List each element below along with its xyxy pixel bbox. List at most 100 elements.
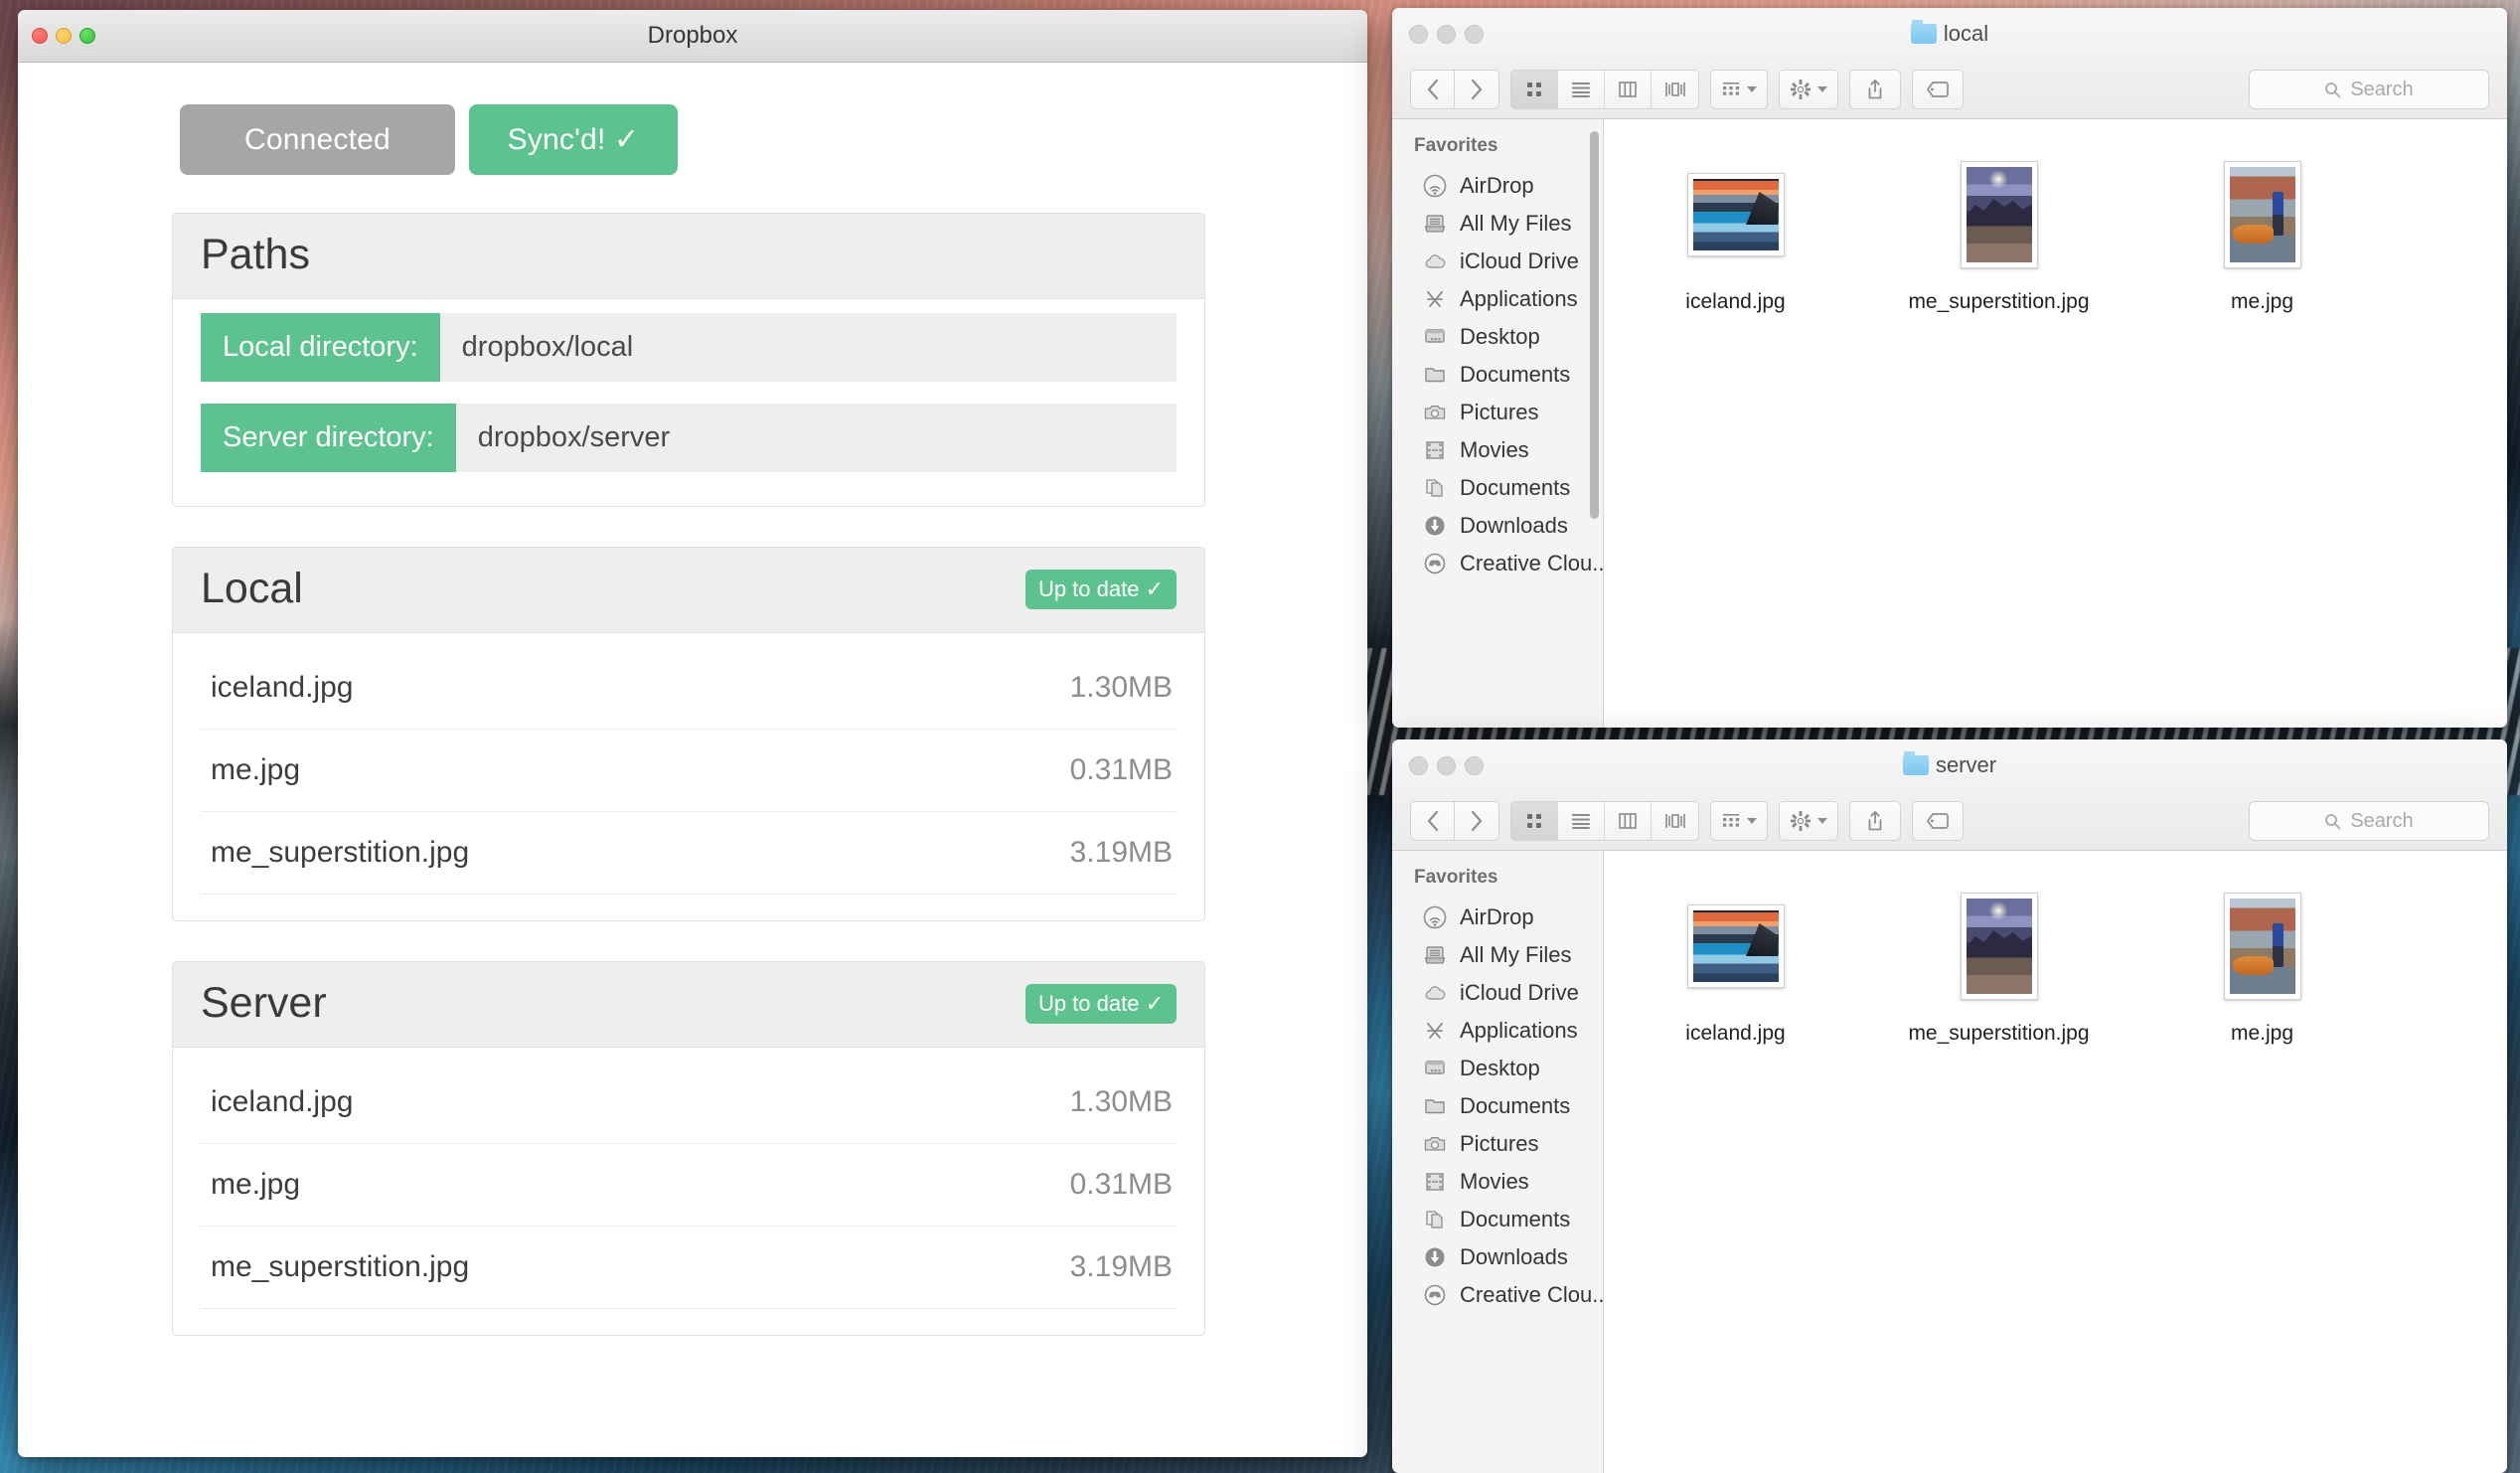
server-directory-label: Server directory: — [201, 404, 456, 472]
sidebar-item-creative-cloud[interactable]: Creative Clou... — [1392, 545, 1603, 582]
finder-server-titlebar[interactable]: server Search — [1392, 739, 2507, 851]
sidebar-item-creative-cloud[interactable]: Creative Clou... — [1392, 1276, 1603, 1314]
list-item[interactable]: iceland.jpg — [1604, 883, 1867, 1046]
icon-view-icon[interactable] — [1511, 802, 1558, 840]
file-name: me.jpg — [2230, 290, 2294, 313]
sidebar-item-icloud-drive[interactable]: iCloud Drive — [1392, 974, 1603, 1012]
sidebar-item-airdrop[interactable]: AirDrop — [1392, 899, 1603, 936]
camera-icon — [1422, 1131, 1448, 1157]
finder-window-server[interactable]: server Search Favorites AirDrop All My F… — [1392, 739, 2507, 1473]
list-view-icon[interactable] — [1558, 71, 1605, 108]
airdrop-icon — [1422, 904, 1448, 930]
column-view-icon[interactable] — [1605, 802, 1652, 840]
sidebar-item-icloud-drive[interactable]: iCloud Drive — [1392, 243, 1603, 280]
finder-local-titlebar[interactable]: local Search — [1392, 8, 2507, 119]
sidebar-item-documents-folder[interactable]: Documents — [1392, 1087, 1603, 1125]
sidebar-item-label: iCloud Drive — [1460, 980, 1579, 1005]
gear-icon[interactable] — [1779, 70, 1838, 109]
connection-status-button[interactable]: Connected — [180, 104, 455, 175]
sidebar-item-all-my-files[interactable]: All My Files — [1392, 936, 1603, 974]
table-row[interactable]: iceland.jpg 1.30MB — [201, 647, 1177, 730]
sidebar-item-all-my-files[interactable]: All My Files — [1392, 205, 1603, 243]
sidebar-item-label: Creative Clou... — [1460, 551, 1604, 575]
sidebar-item-pictures[interactable]: Pictures — [1392, 1125, 1603, 1163]
sidebar-item-downloads[interactable]: Downloads — [1392, 1238, 1603, 1276]
file-size: 0.31MB — [1069, 1168, 1173, 1201]
sidebar-item-documents-folder[interactable]: Documents — [1392, 356, 1603, 394]
sidebar-item-documents-stack[interactable]: Documents — [1392, 1201, 1603, 1238]
forward-button[interactable] — [1455, 801, 1499, 841]
local-files-panel: Local Up to date ✓ iceland.jpg 1.30MB me… — [172, 547, 1205, 921]
close-button[interactable] — [32, 28, 48, 44]
search-input[interactable]: Search — [2249, 70, 2489, 109]
view-mode-segmented-control — [1510, 70, 1699, 109]
zoom-button[interactable] — [79, 28, 95, 44]
back-button[interactable] — [1410, 801, 1455, 841]
table-row[interactable]: me_superstition.jpg 3.19MB — [201, 812, 1177, 895]
list-view-icon[interactable] — [1558, 802, 1605, 840]
server-directory-value[interactable]: dropbox/server — [455, 404, 1177, 472]
server-status-badge: Up to date ✓ — [1024, 983, 1177, 1024]
sidebar-item-applications[interactable]: Applications — [1392, 280, 1603, 318]
arrange-icon[interactable] — [1710, 70, 1768, 109]
table-row[interactable]: iceland.jpg 1.30MB — [201, 1062, 1177, 1144]
sync-status-button[interactable]: Sync'd! ✓ — [469, 104, 678, 175]
thumbnail-art-iceland — [1692, 179, 1779, 250]
search-input[interactable]: Search — [2249, 801, 2489, 841]
icon-view-icon[interactable] — [1511, 71, 1558, 108]
column-view-icon[interactable] — [1605, 71, 1652, 108]
chevron-down-icon — [1817, 818, 1827, 824]
sidebar-section-favorites: Favorites — [1414, 867, 1498, 888]
icloud-icon — [1422, 980, 1448, 1006]
forward-button[interactable] — [1455, 70, 1499, 109]
thumbnail-art-iceland — [1692, 910, 1779, 982]
sidebar-item-label: Desktop — [1460, 1056, 1540, 1080]
navigation-group — [1410, 801, 1499, 841]
dropbox-app-window[interactable]: Dropbox Connected Sync'd! ✓ Paths Local … — [18, 10, 1367, 1457]
list-item[interactable]: me.jpg — [2130, 883, 2394, 1046]
file-name: me.jpg — [211, 753, 301, 786]
folder-icon — [1910, 20, 1937, 44]
table-row[interactable]: me.jpg 0.31MB — [201, 730, 1177, 812]
sidebar-item-movies[interactable]: Movies — [1392, 1163, 1603, 1201]
sidebar-item-label: iCloud Drive — [1460, 248, 1579, 273]
sidebar-item-desktop[interactable]: Desktop — [1392, 1050, 1603, 1087]
local-panel-title: Local — [201, 565, 303, 612]
sidebar-item-downloads[interactable]: Downloads — [1392, 507, 1603, 545]
local-directory-value[interactable]: dropbox/local — [439, 313, 1177, 382]
sidebar-item-desktop[interactable]: Desktop — [1392, 318, 1603, 356]
file-name: iceland.jpg — [1685, 1022, 1786, 1045]
coverflow-view-icon[interactable] — [1652, 71, 1698, 108]
gear-icon[interactable] — [1779, 801, 1838, 841]
list-item[interactable]: me.jpg — [2130, 151, 2394, 314]
sidebar-item-movies[interactable]: Movies — [1392, 431, 1603, 469]
table-row[interactable]: me_superstition.jpg 3.19MB — [201, 1227, 1177, 1309]
finder-local-file-grid: iceland.jpg me_superstition.jpg me.jpg — [1604, 119, 2507, 728]
list-item[interactable]: me_superstition.jpg — [1867, 883, 2130, 1046]
paths-panel-header: Paths — [173, 214, 1204, 299]
sidebar-scrollbar[interactable] — [1590, 131, 1599, 519]
arrange-icon[interactable] — [1710, 801, 1768, 841]
share-icon[interactable] — [1849, 70, 1901, 109]
back-button[interactable] — [1410, 70, 1455, 109]
tag-icon[interactable] — [1912, 70, 1964, 109]
list-item[interactable]: me_superstition.jpg — [1867, 151, 2130, 314]
list-item[interactable]: iceland.jpg — [1604, 151, 1867, 314]
minimize-button[interactable] — [56, 28, 72, 44]
sidebar-item-label: Documents — [1460, 475, 1571, 500]
sidebar-item-applications[interactable]: Applications — [1392, 1012, 1603, 1050]
window-controls[interactable] — [18, 28, 95, 44]
tag-icon[interactable] — [1912, 801, 1964, 841]
finder-server-toolbar: Search — [1392, 791, 2507, 851]
table-row[interactable]: me.jpg 0.31MB — [201, 1144, 1177, 1227]
view-mode-segmented-control — [1510, 801, 1699, 841]
window-title: local — [1943, 21, 1989, 46]
finder-window-local[interactable]: local Search Favorites AirDrop All My Fi… — [1392, 8, 2507, 728]
dropbox-titlebar[interactable]: Dropbox — [18, 10, 1367, 63]
sidebar-item-documents-stack[interactable]: Documents — [1392, 469, 1603, 507]
share-icon[interactable] — [1849, 801, 1901, 841]
sidebar-item-pictures[interactable]: Pictures — [1392, 394, 1603, 431]
coverflow-view-icon[interactable] — [1652, 802, 1698, 840]
sidebar-item-airdrop[interactable]: AirDrop — [1392, 167, 1603, 205]
local-panel-header: Local Up to date ✓ — [173, 548, 1204, 633]
